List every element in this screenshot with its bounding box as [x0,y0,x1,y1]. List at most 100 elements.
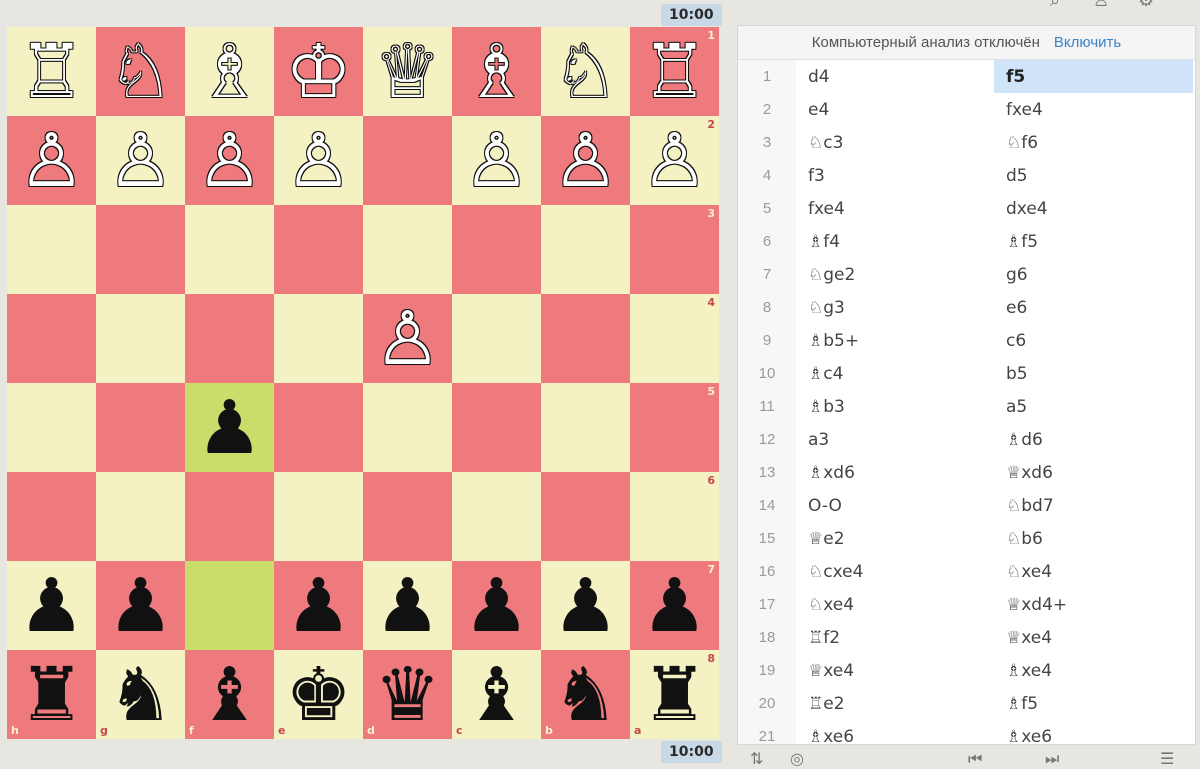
board-square[interactable]: ♟ [7,561,96,650]
board-square[interactable]: ♙ [185,116,274,205]
board-square[interactable] [363,472,452,561]
board-square[interactable]: ♟ [541,561,630,650]
black-move[interactable]: ♘f6 [994,126,1193,159]
board-square[interactable]: ♙ [452,116,541,205]
board-square[interactable] [363,116,452,205]
board-square[interactable]: d ♛ [363,650,452,739]
chess-piece[interactable]: ♗ [463,35,529,109]
white-move[interactable]: ♖f2 [796,621,994,654]
board-square[interactable]: 1 ♖ [630,27,719,116]
chess-piece[interactable]: ♚ [285,658,351,732]
last-move-icon[interactable]: ⏭ [1045,749,1059,769]
chess-piece[interactable]: ♟ [463,569,529,643]
black-move[interactable]: fxe4 [994,93,1193,126]
board-square[interactable]: 3 [630,205,719,294]
chess-piece[interactable]: ♟ [285,569,351,643]
board-square[interactable]: ♗ [452,27,541,116]
chess-piece[interactable]: ♟ [641,569,707,643]
board-square[interactable]: g ♞ [96,650,185,739]
chess-piece[interactable]: ♙ [641,124,707,198]
white-move[interactable]: O-O [796,489,994,522]
white-move[interactable]: ♕e2 [796,522,994,555]
board-square[interactable] [96,472,185,561]
black-move[interactable]: ♗f5 [994,225,1193,258]
board-square[interactable] [185,472,274,561]
chess-piece[interactable]: ♙ [552,124,618,198]
board-square[interactable]: h ♜ [7,650,96,739]
white-move[interactable]: ♗xd6 [796,456,994,489]
black-move[interactable]: ♕xd4+ [994,588,1193,621]
chess-board[interactable]: ♖ ♘ ♗ ♔ ♕ ♗ ♘ 1 ♖ ♙ ♙ ♙ ♙ ♙ ♙ 2 ♙ 3 ♙ 4 ♟ 5 6 ♟ ♟ ♟ ♟ ♟ ♟ 7 ♟ h ♜ g ♞ f ♝ e ♚ d… [7,27,719,739]
board-square[interactable] [185,561,274,650]
white-move[interactable]: ♗c4 [796,357,994,390]
white-move[interactable]: a3 [796,423,994,456]
chess-piece[interactable]: ♜ [641,658,707,732]
board-square[interactable]: ♙ [7,116,96,205]
chess-piece[interactable]: ♔ [285,35,351,109]
black-move[interactable]: ♕xd6 [994,456,1193,489]
chess-piece[interactable]: ♟ [18,569,84,643]
chess-piece[interactable]: ♙ [107,124,173,198]
board-square[interactable] [7,472,96,561]
board-square[interactable] [185,205,274,294]
board-square[interactable]: ♟ [96,561,185,650]
white-move[interactable]: ♘xe4 [796,588,994,621]
board-square[interactable] [452,472,541,561]
white-move[interactable]: ♗f4 [796,225,994,258]
board-square[interactable] [7,294,96,383]
board-square[interactable] [452,205,541,294]
board-square[interactable]: ♟ [274,561,363,650]
board-square[interactable]: 6 [630,472,719,561]
board-square[interactable]: ♙ [541,116,630,205]
board-square[interactable] [541,294,630,383]
board-square[interactable]: ♘ [541,27,630,116]
chess-piece[interactable]: ♙ [285,124,351,198]
black-move[interactable]: ♗f5 [994,687,1193,720]
board-square[interactable] [274,294,363,383]
first-move-icon[interactable]: ⏮ [968,749,982,769]
board-square[interactable]: ♖ [7,27,96,116]
chess-piece[interactable]: ♘ [552,35,618,109]
board-square[interactable]: ♟ [452,561,541,650]
gear-icon[interactable]: ⚙ [1138,0,1154,11]
chess-piece[interactable]: ♞ [552,658,618,732]
board-square[interactable] [452,294,541,383]
search-icon[interactable]: ⌕ [1050,0,1060,11]
board-square[interactable] [96,205,185,294]
user-icon[interactable]: ♙ [1093,0,1109,11]
white-move[interactable]: ♗b3 [796,390,994,423]
chess-piece[interactable]: ♝ [196,658,262,732]
board-square[interactable] [96,294,185,383]
board-square[interactable]: ♟ [185,383,274,472]
chess-piece[interactable]: ♝ [463,658,529,732]
black-move[interactable]: ♘bd7 [994,489,1193,522]
board-square[interactable]: b ♞ [541,650,630,739]
white-move[interactable]: e4 [796,93,994,126]
white-move[interactable]: ♗xe6 [796,720,994,745]
board-square[interactable] [452,383,541,472]
black-move[interactable]: dxe4 [994,192,1193,225]
board-square[interactable]: f ♝ [185,650,274,739]
black-move[interactable]: f5 [994,60,1193,93]
board-square[interactable] [363,205,452,294]
chess-piece[interactable]: ♟ [107,569,173,643]
board-square[interactable]: 8 a ♜ [630,650,719,739]
board-square[interactable]: ♙ [363,294,452,383]
white-move[interactable]: ♗b5+ [796,324,994,357]
black-move[interactable]: ♗xe6 [994,720,1193,745]
black-move[interactable]: d5 [994,159,1193,192]
white-move[interactable]: ♕xe4 [796,654,994,687]
board-square[interactable] [7,383,96,472]
black-move[interactable]: ♗d6 [994,423,1193,456]
white-move[interactable]: fxe4 [796,192,994,225]
chess-piece[interactable]: ♙ [463,124,529,198]
white-move[interactable]: ♖e2 [796,687,994,720]
chess-piece[interactable]: ♗ [196,35,262,109]
white-move[interactable]: f3 [796,159,994,192]
white-move[interactable]: ♘ge2 [796,258,994,291]
board-square[interactable] [274,383,363,472]
black-move[interactable]: b5 [994,357,1193,390]
chess-piece[interactable]: ♛ [374,658,440,732]
board-square[interactable]: ♕ [363,27,452,116]
board-square[interactable] [274,472,363,561]
